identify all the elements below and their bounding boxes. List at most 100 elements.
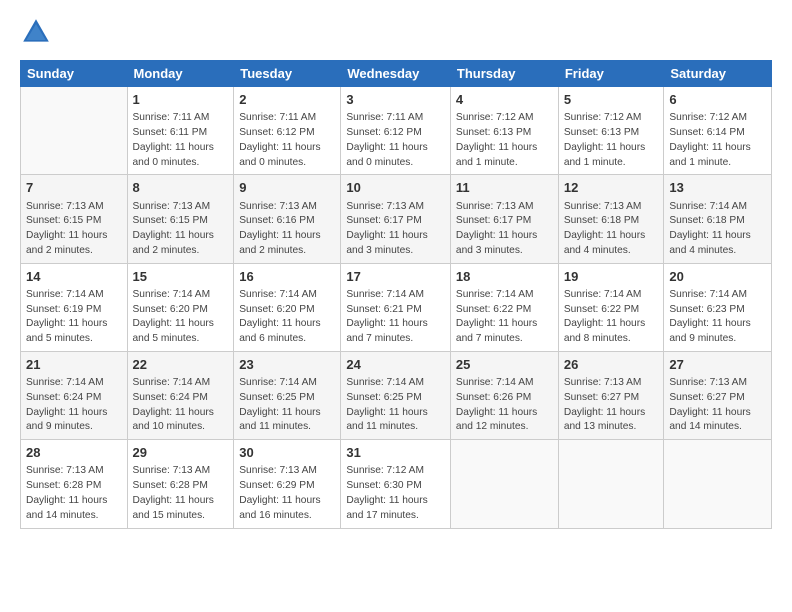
day-number: 22 [133, 356, 229, 374]
calendar-day-cell: 18 Sunrise: 7:14 AMSunset: 6:22 PMDayligh… [450, 263, 558, 351]
day-info: Sunrise: 7:14 AMSunset: 6:25 PMDaylight:… [346, 376, 445, 435]
day-info: Sunrise: 7:14 AMSunset: 6:20 PMDaylight:… [133, 288, 229, 347]
day-info: Sunrise: 7:13 AMSunset: 6:28 PMDaylight:… [133, 464, 229, 523]
calendar-day-cell: 17 Sunrise: 7:14 AMSunset: 6:21 PMDayligh… [341, 263, 451, 351]
calendar-day-cell: 3 Sunrise: 7:11 AMSunset: 6:12 PMDaylight… [341, 87, 451, 175]
calendar-day-cell: 20 Sunrise: 7:14 AMSunset: 6:23 PMDayligh… [664, 263, 772, 351]
calendar-day-cell: 10 Sunrise: 7:13 AMSunset: 6:17 PMDayligh… [341, 175, 451, 263]
page-header [20, 16, 772, 48]
calendar-day-cell: 25 Sunrise: 7:14 AMSunset: 6:26 PMDayligh… [450, 351, 558, 439]
calendar-day-cell: 31 Sunrise: 7:12 AMSunset: 6:30 PMDayligh… [341, 440, 451, 528]
day-info: Sunrise: 7:14 AMSunset: 6:19 PMDaylight:… [26, 288, 122, 347]
logo-icon [20, 16, 52, 48]
calendar-day-cell [558, 440, 664, 528]
calendar-day-cell [450, 440, 558, 528]
calendar-day-cell: 2Sunrise: 7:11 AMSunset: 6:12 PMDaylight… [234, 87, 341, 175]
weekday-header-row: SundayMondayTuesdayWednesdayThursdayFrid… [21, 61, 772, 87]
day-info: Sunrise: 7:13 AMSunset: 6:16 PMDaylight:… [239, 200, 335, 259]
calendar-week-row: 1 Sunrise: 7:11 AMSunset: 6:11 PMDaylight… [21, 87, 772, 175]
day-number: 1 [133, 91, 229, 109]
day-number: 9 [239, 179, 335, 197]
day-info: Sunrise: 7:13 AMSunset: 6:28 PMDaylight:… [26, 464, 122, 523]
day-number: 18 [456, 268, 553, 286]
day-number: 26 [564, 356, 659, 374]
logo [20, 16, 56, 48]
day-info: Sunrise: 7:14 AMSunset: 6:22 PMDaylight:… [564, 288, 659, 347]
day-info: Sunrise: 7:13 AMSunset: 6:15 PMDaylight:… [26, 200, 122, 259]
calendar-day-cell: 23 Sunrise: 7:14 AMSunset: 6:25 PMDayligh… [234, 351, 341, 439]
weekday-header-thursday: Thursday [450, 61, 558, 87]
day-number: 23 [239, 356, 335, 374]
day-number: 3 [346, 91, 445, 109]
calendar-day-cell: 11 Sunrise: 7:13 AMSunset: 6:17 PMDayligh… [450, 175, 558, 263]
calendar-week-row: 28 Sunrise: 7:13 AMSunset: 6:28 PMDayligh… [21, 440, 772, 528]
calendar-day-cell: 26 Sunrise: 7:13 AMSunset: 6:27 PMDayligh… [558, 351, 664, 439]
calendar-day-cell: 13 Sunrise: 7:14 AMSunset: 6:18 PMDayligh… [664, 175, 772, 263]
day-info: Sunrise: 7:11 AMSunset: 6:12 PMDaylight:… [346, 111, 445, 170]
day-info: Sunrise: 7:14 AMSunset: 6:24 PMDaylight:… [26, 376, 122, 435]
calendar-day-cell: 30Sunrise: 7:13 AMSunset: 6:29 PMDayligh… [234, 440, 341, 528]
calendar-table: SundayMondayTuesdayWednesdayThursdayFrid… [20, 60, 772, 529]
day-info: Sunrise: 7:12 AMSunset: 6:13 PMDaylight:… [456, 111, 553, 170]
calendar-day-cell: 15 Sunrise: 7:14 AMSunset: 6:20 PMDayligh… [127, 263, 234, 351]
weekday-header-tuesday: Tuesday [234, 61, 341, 87]
day-number: 27 [669, 356, 766, 374]
day-info: Sunrise: 7:14 AMSunset: 6:26 PMDaylight:… [456, 376, 553, 435]
calendar-day-cell: 14Sunrise: 7:14 AMSunset: 6:19 PMDayligh… [21, 263, 128, 351]
calendar-day-cell: 9 Sunrise: 7:13 AMSunset: 6:16 PMDaylight… [234, 175, 341, 263]
day-info: Sunrise: 7:12 AMSunset: 6:30 PMDaylight:… [346, 464, 445, 523]
day-number: 15 [133, 268, 229, 286]
day-info: Sunrise: 7:14 AMSunset: 6:25 PMDaylight:… [239, 376, 335, 435]
calendar-week-row: 14Sunrise: 7:14 AMSunset: 6:19 PMDayligh… [21, 263, 772, 351]
day-info: Sunrise: 7:14 AMSunset: 6:18 PMDaylight:… [669, 200, 766, 259]
day-number: 31 [346, 444, 445, 462]
calendar-day-cell: 21 Sunrise: 7:14 AMSunset: 6:24 PMDayligh… [21, 351, 128, 439]
day-info: Sunrise: 7:14 AMSunset: 6:20 PMDaylight:… [239, 288, 335, 347]
day-number: 8 [133, 179, 229, 197]
day-info: Sunrise: 7:11 AMSunset: 6:11 PMDaylight:… [133, 111, 229, 170]
day-info: Sunrise: 7:13 AMSunset: 6:17 PMDaylight:… [456, 200, 553, 259]
day-info: Sunrise: 7:13 AMSunset: 6:27 PMDaylight:… [564, 376, 659, 435]
day-number: 2 [239, 91, 335, 109]
calendar-day-cell: 24 Sunrise: 7:14 AMSunset: 6:25 PMDayligh… [341, 351, 451, 439]
day-number: 30 [239, 444, 335, 462]
day-info: Sunrise: 7:14 AMSunset: 6:23 PMDaylight:… [669, 288, 766, 347]
day-info: Sunrise: 7:14 AMSunset: 6:22 PMDaylight:… [456, 288, 553, 347]
day-number: 24 [346, 356, 445, 374]
day-number: 13 [669, 179, 766, 197]
weekday-header-sunday: Sunday [21, 61, 128, 87]
calendar-day-cell: 7 Sunrise: 7:13 AMSunset: 6:15 PMDaylight… [21, 175, 128, 263]
calendar-day-cell [21, 87, 128, 175]
day-number: 5 [564, 91, 659, 109]
calendar-week-row: 7 Sunrise: 7:13 AMSunset: 6:15 PMDaylight… [21, 175, 772, 263]
day-info: Sunrise: 7:13 AMSunset: 6:17 PMDaylight:… [346, 200, 445, 259]
weekday-header-wednesday: Wednesday [341, 61, 451, 87]
day-number: 20 [669, 268, 766, 286]
day-number: 28 [26, 444, 122, 462]
day-number: 29 [133, 444, 229, 462]
calendar-day-cell: 28 Sunrise: 7:13 AMSunset: 6:28 PMDayligh… [21, 440, 128, 528]
calendar-day-cell: 12Sunrise: 7:13 AMSunset: 6:18 PMDayligh… [558, 175, 664, 263]
calendar-day-cell: 5 Sunrise: 7:12 AMSunset: 6:13 PMDaylight… [558, 87, 664, 175]
day-number: 10 [346, 179, 445, 197]
day-number: 7 [26, 179, 122, 197]
calendar-day-cell: 16 Sunrise: 7:14 AMSunset: 6:20 PMDayligh… [234, 263, 341, 351]
day-info: Sunrise: 7:14 AMSunset: 6:21 PMDaylight:… [346, 288, 445, 347]
day-number: 16 [239, 268, 335, 286]
calendar-day-cell: 1 Sunrise: 7:11 AMSunset: 6:11 PMDaylight… [127, 87, 234, 175]
day-number: 25 [456, 356, 553, 374]
day-number: 17 [346, 268, 445, 286]
day-info: Sunrise: 7:14 AMSunset: 6:24 PMDaylight:… [133, 376, 229, 435]
day-number: 6 [669, 91, 766, 109]
day-number: 4 [456, 91, 553, 109]
day-info: Sunrise: 7:13 AMSunset: 6:27 PMDaylight:… [669, 376, 766, 435]
calendar-day-cell: 19 Sunrise: 7:14 AMSunset: 6:22 PMDayligh… [558, 263, 664, 351]
day-number: 21 [26, 356, 122, 374]
day-info: Sunrise: 7:13 AMSunset: 6:18 PMDaylight:… [564, 200, 659, 259]
weekday-header-saturday: Saturday [664, 61, 772, 87]
day-number: 11 [456, 179, 553, 197]
day-info: Sunrise: 7:12 AMSunset: 6:14 PMDaylight:… [669, 111, 766, 170]
day-number: 19 [564, 268, 659, 286]
calendar-day-cell: 8Sunrise: 7:13 AMSunset: 6:15 PMDaylight… [127, 175, 234, 263]
day-info: Sunrise: 7:12 AMSunset: 6:13 PMDaylight:… [564, 111, 659, 170]
